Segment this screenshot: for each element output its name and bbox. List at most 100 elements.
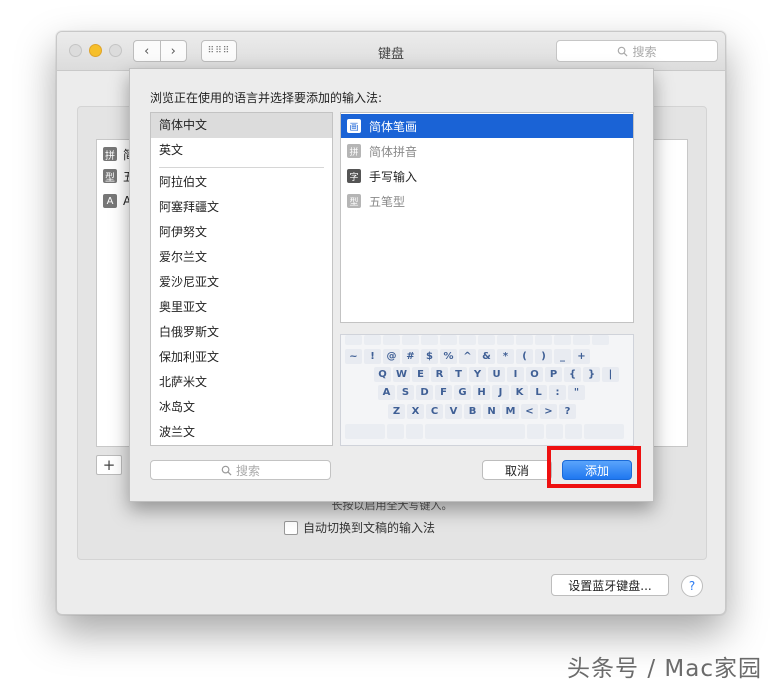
- input-method-label: 简体笔画: [369, 119, 418, 134]
- keyboard-key: (: [516, 349, 533, 364]
- cancel-button[interactable]: 取消: [482, 460, 552, 480]
- auto-switch-option[interactable]: 自动切换到文稿的输入法: [284, 519, 435, 536]
- language-item[interactable]: 冰岛文: [151, 395, 332, 420]
- language-item[interactable]: 简体中文: [151, 113, 332, 138]
- keyboard-blank-key: [516, 335, 533, 345]
- keyboard-key: +: [573, 349, 590, 364]
- keyboard-key: L: [530, 385, 547, 400]
- keyboard-key: E: [412, 367, 429, 382]
- list-item[interactable]: A A: [103, 193, 131, 209]
- keyboard-key: $: [421, 349, 438, 364]
- keyboard-key: _: [554, 349, 571, 364]
- keyboard-key: I: [507, 367, 524, 382]
- keyboard-key: >: [540, 404, 557, 419]
- keyboard-key: ": [568, 385, 585, 400]
- add-input-source-button[interactable]: +: [96, 455, 122, 475]
- keyboard-key: @: [383, 349, 400, 364]
- keyboard-key: <: [521, 404, 538, 419]
- language-item[interactable]: 北萨米文: [151, 370, 332, 395]
- keyboard-key: |: [602, 367, 619, 382]
- language-item[interactable]: 爱沙尼亚文: [151, 270, 332, 295]
- keyboard-key: F: [435, 385, 452, 400]
- add-input-source-sheet: 浏览正在使用的语言并选择要添加的输入法: 简体中文 英文阿拉伯文 阿塞拜疆文 阿伊努文…: [129, 68, 654, 502]
- input-method-item[interactable]: 型五笔型: [341, 189, 633, 213]
- watermark: 头条号 / Mac家园: [567, 656, 762, 682]
- keyboard-key: U: [488, 367, 505, 382]
- keyboard-key: ): [535, 349, 552, 364]
- sheet-search-field[interactable]: 搜索: [150, 460, 331, 480]
- keyboard-blank-key: [345, 335, 362, 345]
- add-button-highlight-box: [547, 446, 641, 488]
- language-item[interactable]: 阿拉伯文: [151, 170, 332, 195]
- keyboard-key: {: [564, 367, 581, 382]
- keyboard-key: M: [502, 404, 519, 419]
- keyboard-key: G: [454, 385, 471, 400]
- language-item[interactable]: 爱尔兰文: [151, 245, 332, 270]
- input-method-list[interactable]: 画简体笔画拼简体拼音字手写输入型五笔型: [340, 112, 634, 323]
- keyboard-key: ~: [345, 349, 362, 364]
- abc-icon: A: [103, 194, 117, 208]
- input-method-icon: 画: [347, 119, 361, 133]
- keyboard-key: #: [402, 349, 419, 364]
- setup-bluetooth-keyboard-button[interactable]: 设置蓝牙键盘...: [551, 574, 669, 596]
- keyboard-key: T: [450, 367, 467, 382]
- titlebar: ‹ › ⠿⠿⠿ 键盘 搜索: [57, 32, 725, 71]
- keyboard-key: }: [583, 367, 600, 382]
- language-list[interactable]: 简体中文 英文阿拉伯文 阿塞拜疆文 阿伊努文 爱尔兰文 爱沙尼亚文 奥里亚文 白俄罗斯文 保加利…: [150, 112, 333, 446]
- wubi-icon: 型: [103, 169, 117, 184]
- keyboard-key: K: [511, 385, 528, 400]
- keyboard-key: R: [431, 367, 448, 382]
- keyboard-key: A: [378, 385, 395, 400]
- search-icon: [221, 465, 232, 476]
- keyboard-preview: ~! @ # $% ^ & *() _ + Q W E R T Y U I O P{} | A S D F G H J K L: " Z X C…: [340, 334, 634, 446]
- keyboard-blank-key: [440, 335, 457, 345]
- input-method-item[interactable]: 字手写输入: [341, 164, 633, 188]
- keyboard-key: P: [545, 367, 562, 382]
- language-item[interactable]: 保加利亚文: [151, 345, 332, 370]
- language-separator: [159, 167, 324, 168]
- keyboard-blank-key: [554, 335, 571, 345]
- keyboard-key: Q: [374, 367, 391, 382]
- keyboard-key: ^: [459, 349, 476, 364]
- keyboard-key: Y: [469, 367, 486, 382]
- language-item[interactable]: 奥里亚文: [151, 295, 332, 320]
- sheet-title: 浏览正在使用的语言并选择要添加的输入法:: [150, 91, 383, 105]
- language-item[interactable]: 波兰文: [151, 420, 332, 445]
- keyboard-blank-key: [546, 424, 563, 439]
- keyboard-blank-key: [527, 424, 544, 439]
- keyboard-blank-key: [478, 335, 495, 345]
- input-method-label: 手写输入: [369, 169, 418, 184]
- keyboard-key: D: [416, 385, 433, 400]
- keyboard-blank-key: [565, 424, 582, 439]
- keyboard-key: W: [393, 367, 410, 382]
- input-method-item[interactable]: 画简体笔画: [341, 114, 633, 138]
- help-button[interactable]: ?: [681, 575, 703, 597]
- keyboard-key: *: [497, 349, 514, 364]
- keyboard-blank-key: [383, 335, 400, 345]
- input-method-icon: 拼: [347, 144, 361, 158]
- keyboard-key: :: [549, 385, 566, 400]
- keyboard-key: N: [483, 404, 500, 419]
- keyboard-blank-key: [402, 335, 419, 345]
- keyboard-key: %: [440, 349, 457, 364]
- keyboard-key: ?: [559, 404, 576, 419]
- language-item[interactable]: 英文: [151, 138, 332, 163]
- keyboard-blank-key: [592, 335, 609, 345]
- input-method-item[interactable]: 拼简体拼音: [341, 139, 633, 163]
- keyboard-blank-key: [535, 335, 552, 345]
- window-search-field[interactable]: 搜索: [556, 40, 718, 62]
- language-item[interactable]: 白俄罗斯文: [151, 320, 332, 345]
- keyboard-blank-key: [406, 424, 423, 439]
- keyboard-key: S: [397, 385, 414, 400]
- keyboard-blank-key: [421, 335, 438, 345]
- keyboard-key: B: [464, 404, 481, 419]
- language-item[interactable]: 阿塞拜疆文: [151, 195, 332, 220]
- input-method-icon: 型: [347, 194, 361, 208]
- keyboard-key: X: [407, 404, 424, 419]
- input-method-label: 简体拼音: [369, 144, 418, 159]
- keyboard-blank-key: [497, 335, 514, 345]
- keyboard-key: Z: [388, 404, 405, 419]
- keyboard-key: J: [492, 385, 509, 400]
- auto-switch-checkbox[interactable]: [284, 520, 298, 535]
- language-item[interactable]: 阿伊努文: [151, 220, 332, 245]
